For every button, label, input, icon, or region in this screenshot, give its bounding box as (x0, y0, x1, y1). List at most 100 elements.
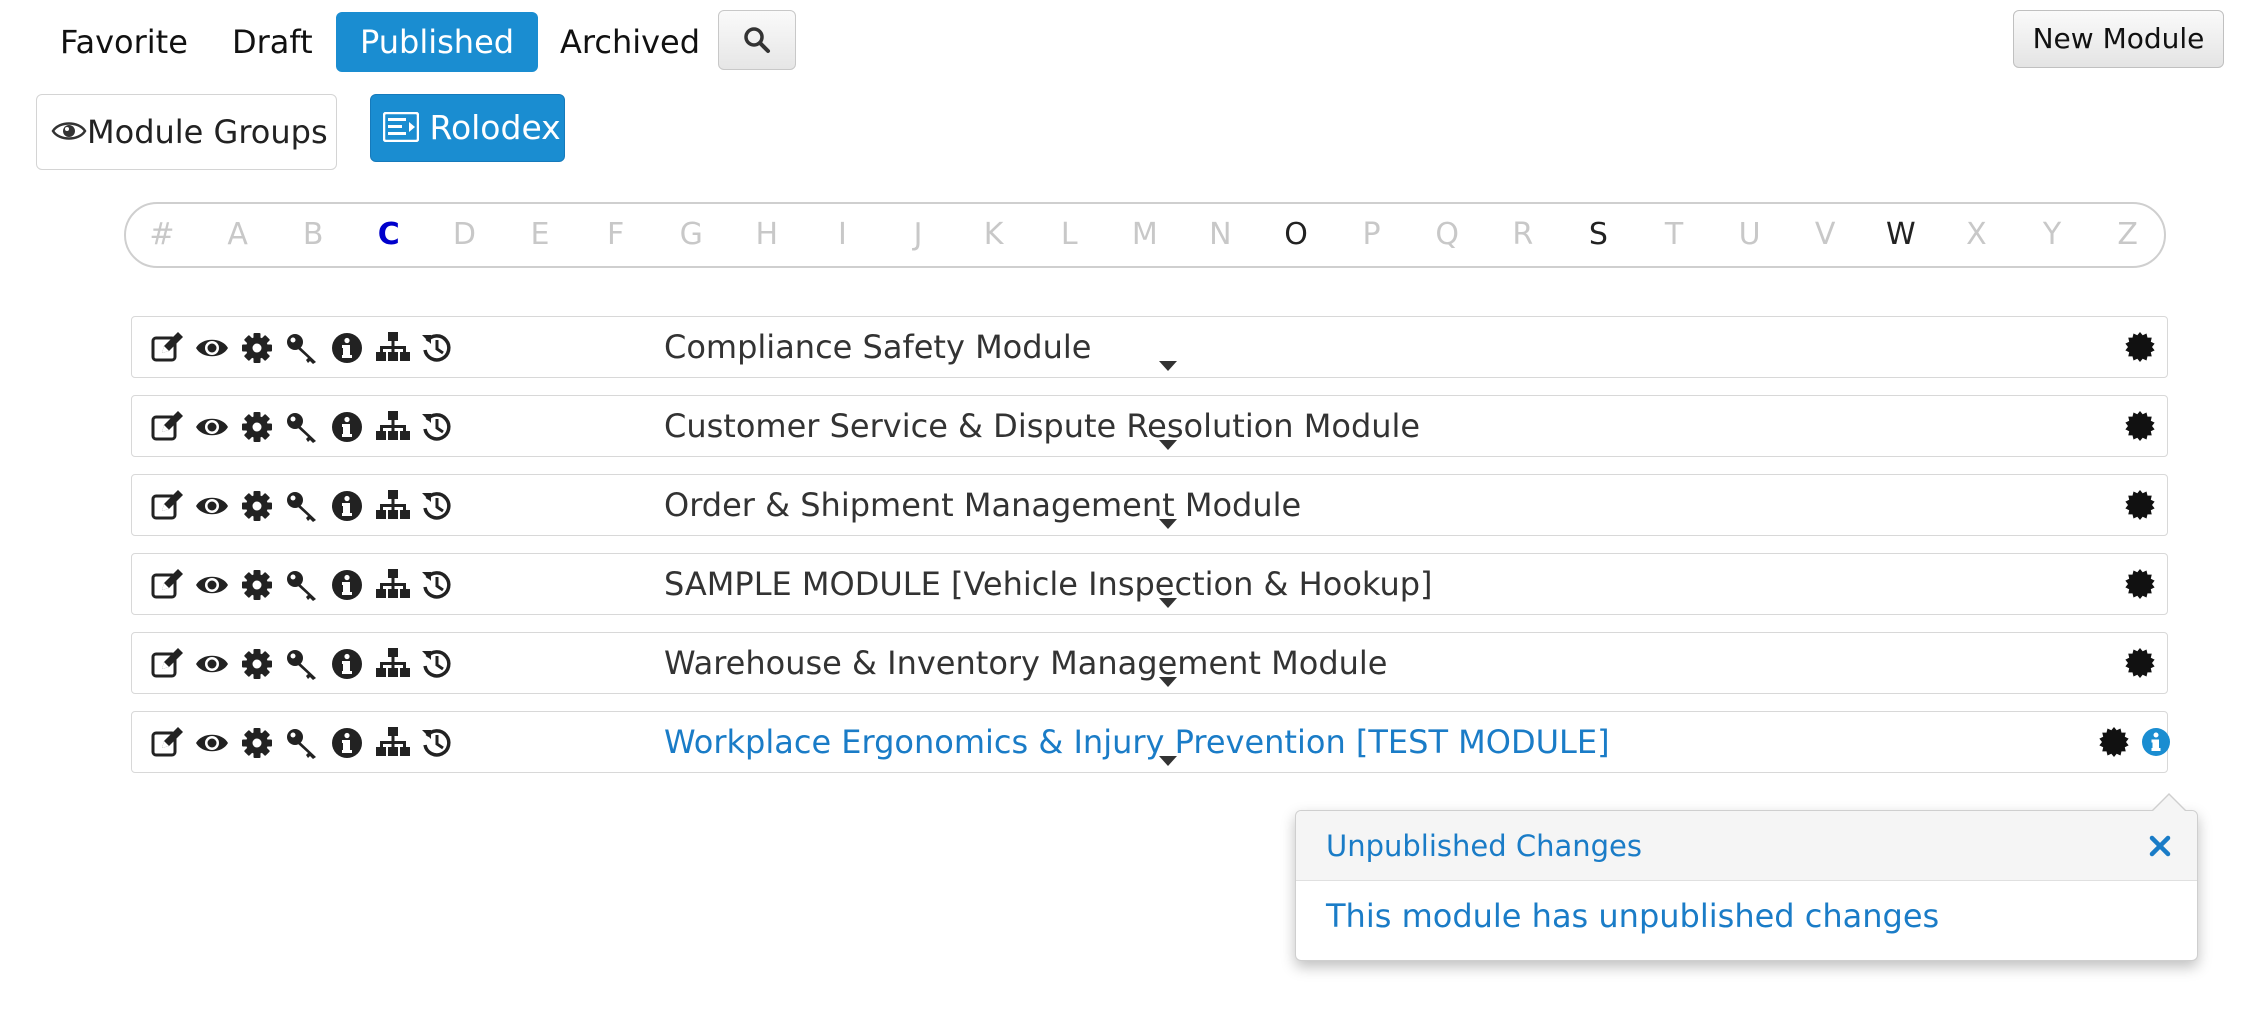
popover-body: This module has unpublished changes (1326, 897, 1940, 935)
letter-e: E (530, 217, 550, 252)
key-icon[interactable] (285, 726, 319, 760)
module-row: Compliance Safety Module (131, 316, 2168, 378)
letter-b: B (302, 217, 324, 252)
edit-icon[interactable] (150, 726, 184, 760)
popover-title: Unpublished Changes (1326, 829, 1643, 863)
hierarchy-icon[interactable] (376, 489, 410, 523)
caret-down-icon[interactable] (1159, 361, 1177, 371)
search-icon (744, 27, 770, 53)
popover-arrow-inner (2153, 795, 2185, 811)
hierarchy-icon[interactable] (376, 331, 410, 365)
view-icon[interactable] (195, 647, 229, 681)
letter-k: K (983, 217, 1004, 252)
letter-g: G (679, 217, 703, 252)
letter-r: R (1512, 217, 1534, 252)
module-row: SAMPLE MODULE [Vehicle Inspection & Hook… (131, 553, 2168, 615)
info-icon[interactable] (330, 568, 364, 602)
key-icon[interactable] (285, 647, 319, 681)
info-icon[interactable] (330, 647, 364, 681)
caret-down-icon[interactable] (1159, 598, 1177, 608)
letter-f: F (606, 217, 625, 252)
key-icon[interactable] (285, 489, 319, 523)
letter-z: Z (2117, 217, 2138, 252)
hierarchy-icon[interactable] (376, 568, 410, 602)
module-groups-label: Module Groups (87, 113, 328, 151)
letter-h: H (755, 217, 779, 252)
view-icon[interactable] (195, 489, 229, 523)
caret-down-icon[interactable] (1159, 756, 1177, 766)
popover-header: Unpublished Changes (1296, 811, 2197, 881)
letter-hash: # (149, 217, 175, 252)
caret-down-icon[interactable] (1159, 677, 1177, 687)
module-title[interactable]: Warehouse & Inventory Management Module (664, 633, 1387, 693)
history-icon[interactable] (420, 568, 454, 602)
key-icon[interactable] (285, 410, 319, 444)
letter-y: Y (2042, 217, 2062, 252)
letter-o[interactable]: O (1271, 204, 1321, 266)
published-seal-icon (2125, 332, 2155, 362)
hierarchy-icon[interactable] (376, 726, 410, 760)
letter-v: V (1814, 217, 1836, 252)
letter-u: U (1738, 217, 1761, 252)
history-icon[interactable] (420, 331, 454, 365)
info-icon[interactable] (330, 726, 364, 760)
tab-archived[interactable]: Archived (536, 12, 724, 72)
tab-published[interactable]: Published (336, 12, 539, 72)
edit-icon[interactable] (150, 568, 184, 602)
settings-icon[interactable] (240, 568, 274, 602)
settings-icon[interactable] (240, 647, 274, 681)
published-seal-icon (2099, 727, 2129, 757)
module-groups-button[interactable]: Module Groups (36, 94, 337, 170)
module-row: Warehouse & Inventory Management Module (131, 632, 2168, 694)
edit-icon[interactable] (150, 331, 184, 365)
close-icon[interactable] (2149, 835, 2171, 857)
search-button[interactable] (718, 10, 796, 70)
module-title[interactable]: Customer Service & Dispute Resolution Mo… (664, 396, 1420, 456)
rolodex-button[interactable]: Rolodex (370, 94, 565, 162)
edit-icon[interactable] (150, 647, 184, 681)
new-module-button[interactable]: New Module (2013, 10, 2224, 68)
letter-w[interactable]: W (1876, 204, 1926, 266)
module-row: Customer Service & Dispute Resolution Mo… (131, 395, 2168, 457)
view-icon[interactable] (195, 331, 229, 365)
letter-a: A (227, 217, 248, 252)
letter-s[interactable]: S (1573, 204, 1623, 266)
key-icon[interactable] (285, 331, 319, 365)
letter-d: D (452, 217, 476, 252)
module-title[interactable]: Workplace Ergonomics & Injury Prevention… (664, 712, 1610, 772)
hierarchy-icon[interactable] (376, 410, 410, 444)
tab-favorite[interactable]: Favorite (36, 12, 212, 72)
module-title[interactable]: SAMPLE MODULE [Vehicle Inspection & Hook… (664, 554, 1433, 614)
tab-draft[interactable]: Draft (208, 12, 337, 72)
module-title[interactable]: Order & Shipment Management Module (664, 475, 1301, 535)
settings-icon[interactable] (240, 489, 274, 523)
key-icon[interactable] (285, 568, 319, 602)
history-icon[interactable] (420, 647, 454, 681)
view-icon[interactable] (195, 726, 229, 760)
letter-c[interactable]: C (364, 204, 414, 266)
history-icon[interactable] (420, 726, 454, 760)
edit-icon[interactable] (150, 410, 184, 444)
letter-p: P (1362, 217, 1381, 252)
edit-icon[interactable] (150, 489, 184, 523)
caret-down-icon[interactable] (1159, 440, 1177, 450)
module-row: Order & Shipment Management Module (131, 474, 2168, 536)
hierarchy-icon[interactable] (376, 647, 410, 681)
info-icon[interactable] (330, 410, 364, 444)
info-icon[interactable] (330, 331, 364, 365)
settings-icon[interactable] (240, 331, 274, 365)
history-icon[interactable] (420, 410, 454, 444)
caret-down-icon[interactable] (1159, 519, 1177, 529)
view-icon[interactable] (195, 568, 229, 602)
settings-icon[interactable] (240, 726, 274, 760)
info-icon[interactable] (330, 489, 364, 523)
letter-n: N (1209, 217, 1232, 252)
module-title[interactable]: Compliance Safety Module (664, 317, 1091, 377)
settings-icon[interactable] (240, 410, 274, 444)
letter-l: L (1060, 217, 1078, 252)
view-icon[interactable] (195, 410, 229, 444)
unpublished-info-icon[interactable] (2140, 726, 2172, 758)
letter-x: X (1966, 217, 1987, 252)
alphabet-filter: # A B C D E F G H I J K L M N O P Q R S T U V W X Y Z (124, 202, 2166, 268)
history-icon[interactable] (420, 489, 454, 523)
